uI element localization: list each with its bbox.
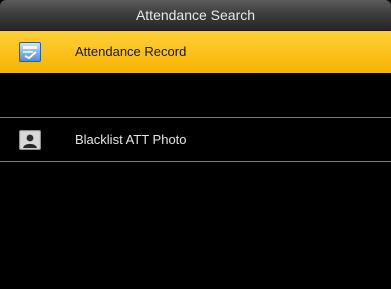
- divider: [0, 73, 391, 74]
- attendance-record-icon: [19, 42, 41, 62]
- menu-item-attendance-record[interactable]: Attendance Record: [0, 31, 391, 73]
- menu-item-label: Blacklist ATT Photo: [75, 132, 187, 147]
- attendance-search-screen: Attendance Search Attendance Record Blac…: [0, 0, 391, 289]
- divider: [0, 117, 391, 118]
- person-photo-icon: [19, 130, 41, 150]
- menu-item-blacklist-att-photo[interactable]: Blacklist ATT Photo: [0, 119, 391, 161]
- menu-item-label: Attendance Record: [75, 44, 187, 59]
- divider: [0, 161, 391, 162]
- title-bar: Attendance Search: [0, 0, 391, 31]
- page-title: Attendance Search: [135, 7, 256, 23]
